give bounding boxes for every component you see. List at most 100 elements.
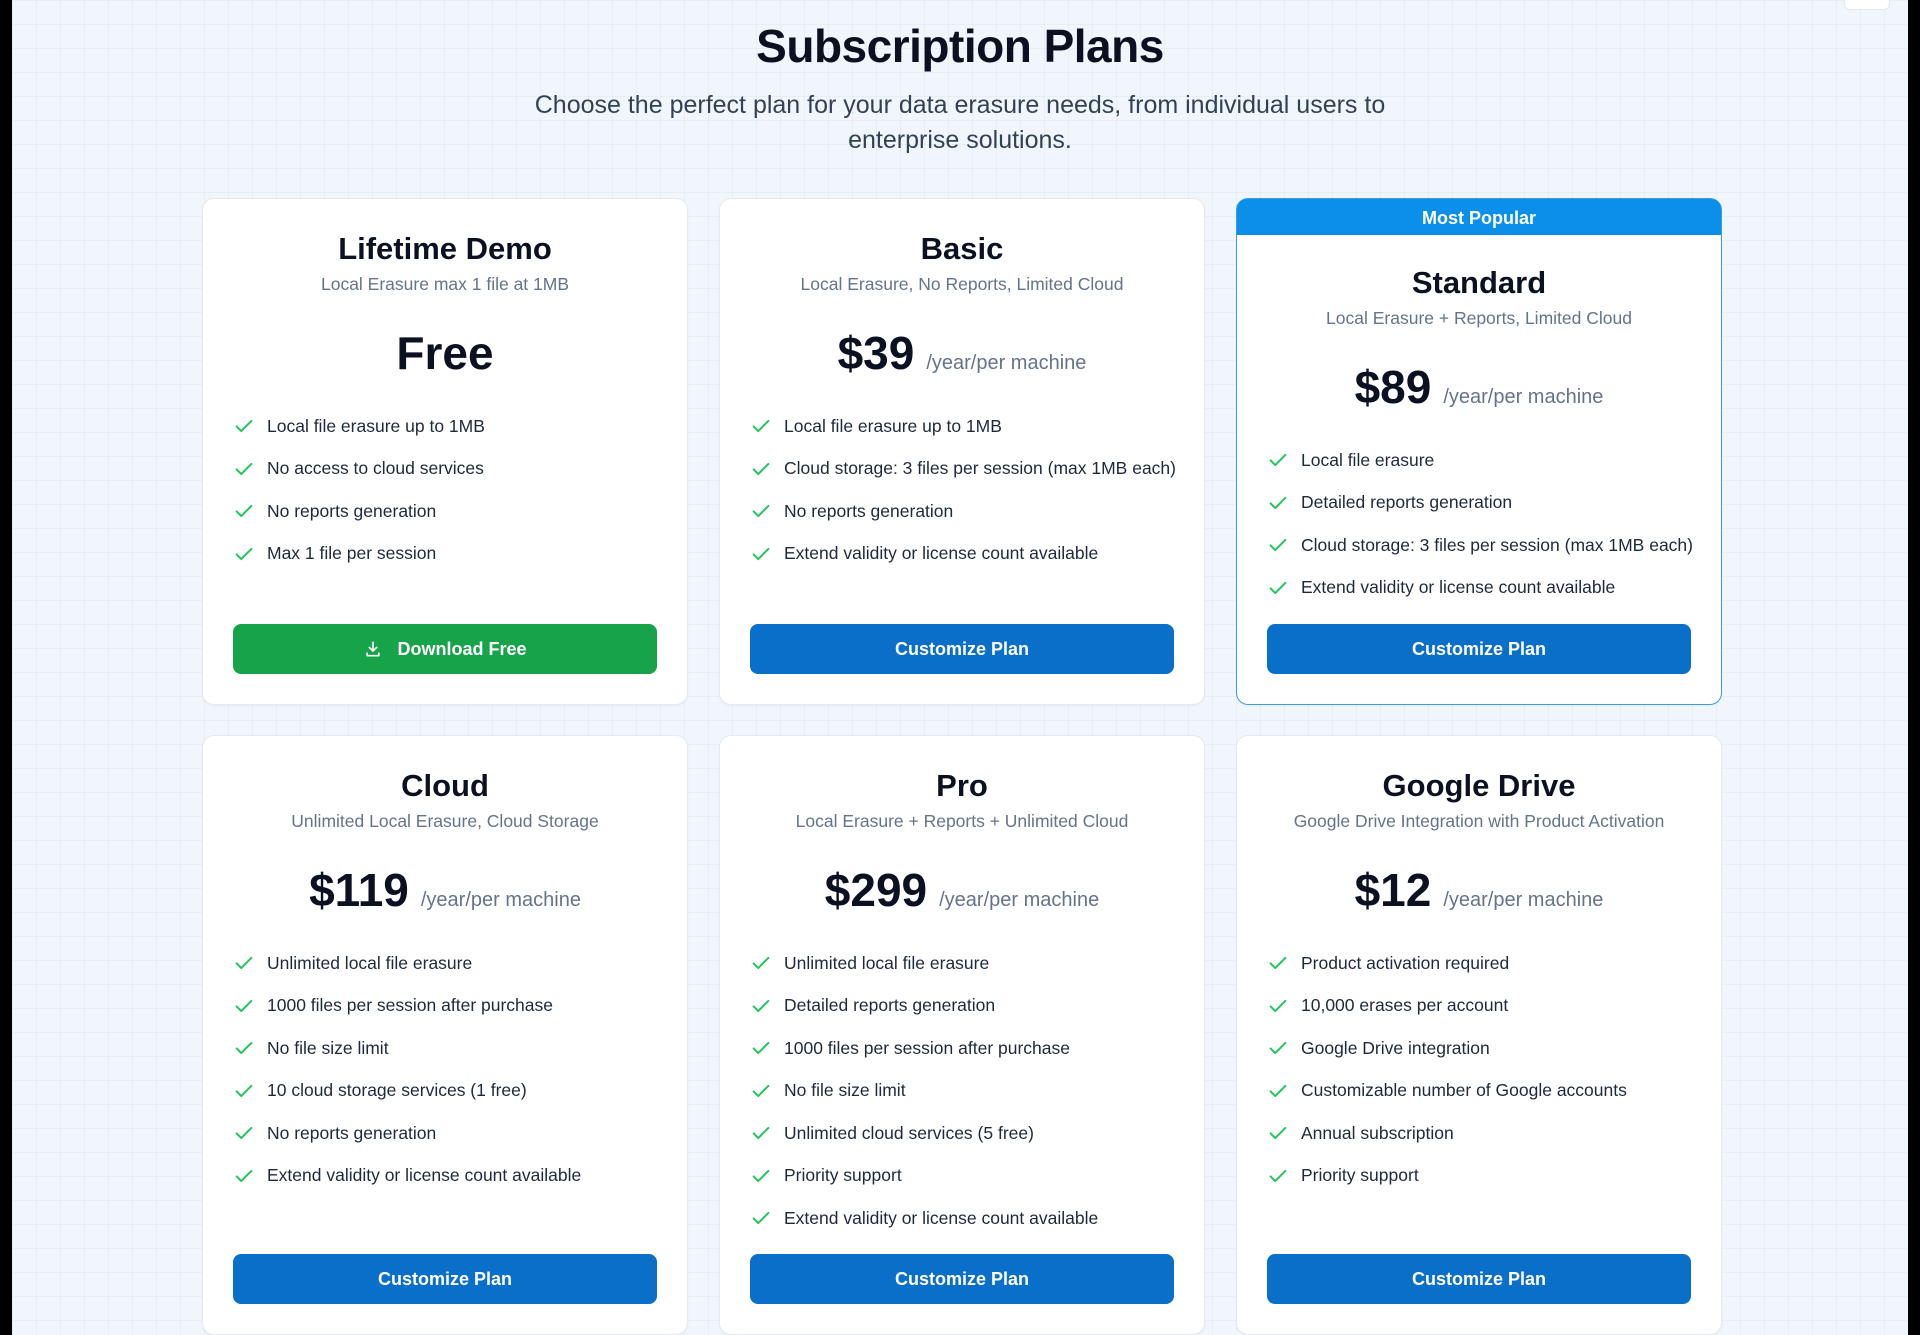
- feature-text: Extend validity or license count availab…: [267, 1165, 582, 1186]
- feature-text: 1000 files per session after purchase: [784, 1037, 1070, 1058]
- customize-plan-button[interactable]: Customize Plan: [233, 1254, 657, 1304]
- check-icon: [235, 1127, 253, 1140]
- check-icon: [235, 1042, 253, 1055]
- check-icon: [1269, 1084, 1287, 1097]
- customize-plan-button[interactable]: Customize Plan: [750, 624, 1174, 674]
- plan-name: Lifetime Demo: [338, 231, 552, 266]
- plan-price: Free: [396, 327, 494, 379]
- check-icon: [1269, 539, 1287, 552]
- feature-item: Extend validity or license count availab…: [1267, 567, 1721, 610]
- plan-card-standard: Most Popular Standard Local Erasure + Re…: [1236, 198, 1722, 705]
- price-row: $89 /year/per machine: [1237, 361, 1721, 413]
- feature-text: Local file erasure up to 1MB: [267, 415, 485, 436]
- plan-card-lifetime-demo: Lifetime Demo Local Erasure max 1 file a…: [202, 198, 688, 705]
- feature-item: Annual subscription: [1267, 1112, 1721, 1155]
- page-header: Subscription Plans Choose the perfect pl…: [12, 0, 1908, 158]
- feature-text: Customizable number of Google accounts: [1301, 1080, 1627, 1101]
- feature-list: Unlimited local file erasure 1000 files …: [203, 942, 687, 1197]
- check-icon: [235, 1084, 253, 1097]
- feature-item: Extend validity or license count availab…: [750, 533, 1204, 576]
- plan-price: $39: [837, 327, 915, 379]
- plan-description: Local Erasure + Reports + Unlimited Clou…: [795, 811, 1129, 831]
- plan-card-pro: Pro Local Erasure + Reports + Unlimited …: [719, 735, 1205, 1335]
- feature-item: No reports generation: [233, 1112, 687, 1155]
- plan-name: Basic: [920, 231, 1004, 266]
- feature-list: Product activation required 10,000 erase…: [1237, 942, 1721, 1197]
- check-icon: [235, 957, 253, 970]
- check-icon: [752, 999, 770, 1012]
- check-icon: [752, 1127, 770, 1140]
- feature-text: No access to cloud services: [267, 458, 484, 479]
- feature-text: Extend validity or license count availab…: [784, 543, 1099, 564]
- plans-grid: Lifetime Demo Local Erasure max 1 file a…: [202, 198, 1722, 1335]
- feature-text: No reports generation: [267, 500, 437, 521]
- check-icon: [752, 1042, 770, 1055]
- button-label: Download Free: [397, 638, 527, 659]
- page-subtitle: Choose the perfect plan for your data er…: [534, 91, 1386, 154]
- feature-item: Max 1 file per session: [233, 533, 687, 576]
- plan-price: $12: [1354, 864, 1432, 916]
- feature-item: Priority support: [750, 1155, 1204, 1198]
- customize-plan-button[interactable]: Customize Plan: [1267, 1254, 1691, 1304]
- feature-text: Google Drive integration: [1301, 1037, 1490, 1058]
- plan-card-basic: Basic Local Erasure, No Reports, Limited…: [719, 198, 1205, 705]
- feature-item: Cloud storage: 3 files per session (max …: [750, 448, 1204, 491]
- feature-text: No reports generation: [784, 500, 954, 521]
- price-row: $119 /year/per machine: [203, 864, 687, 916]
- check-icon: [752, 462, 770, 475]
- feature-item: Extend validity or license count availab…: [233, 1155, 687, 1198]
- check-icon: [1269, 1042, 1287, 1055]
- plan-name: Cloud: [401, 768, 489, 803]
- feature-item: Unlimited cloud services (5 free): [750, 1112, 1204, 1155]
- feature-text: Detailed reports generation: [1301, 492, 1513, 513]
- check-icon: [235, 999, 253, 1012]
- feature-text: Local file erasure: [1301, 449, 1435, 470]
- feature-item: 1000 files per session after purchase: [750, 1027, 1204, 1070]
- feature-text: Cloud storage: 3 files per session (max …: [1301, 534, 1693, 555]
- check-icon: [235, 547, 253, 560]
- check-icon: [752, 1212, 770, 1225]
- feature-item: Local file erasure up to 1MB: [233, 405, 687, 448]
- plan-description: Google Drive Integration with Product Ac…: [1293, 811, 1665, 831]
- download-icon: [366, 641, 381, 657]
- check-icon: [752, 505, 770, 518]
- check-icon: [752, 1084, 770, 1097]
- feature-item: Detailed reports generation: [750, 985, 1204, 1028]
- customize-plan-button[interactable]: Customize Plan: [750, 1254, 1174, 1304]
- customize-plan-button[interactable]: Customize Plan: [1267, 624, 1691, 674]
- check-icon: [1269, 1127, 1287, 1140]
- feature-item: Cloud storage: 3 files per session (max …: [1267, 524, 1721, 567]
- check-icon: [752, 547, 770, 560]
- download-free-button[interactable]: Download Free: [233, 624, 657, 674]
- page-background: Subscription Plans Choose the perfect pl…: [12, 0, 1908, 1335]
- check-icon: [1269, 581, 1287, 594]
- plan-name: Google Drive: [1382, 768, 1576, 803]
- price-row: $12 /year/per machine: [1237, 864, 1721, 916]
- price-period: /year/per machine: [939, 889, 1100, 911]
- feature-text: Local file erasure up to 1MB: [784, 415, 1002, 436]
- feature-list: Local file erasure up to 1MB No access t…: [203, 405, 687, 575]
- feature-text: Unlimited cloud services (5 free): [784, 1122, 1034, 1143]
- feature-list: Local file erasure up to 1MB Cloud stora…: [720, 405, 1204, 575]
- feature-item: Unlimited local file erasure: [233, 942, 687, 985]
- feature-item: No file size limit: [750, 1070, 1204, 1113]
- price-period: /year/per machine: [926, 352, 1087, 374]
- feature-list: Unlimited local file erasure Detailed re…: [720, 942, 1204, 1240]
- feature-item: 1000 files per session after purchase: [233, 985, 687, 1028]
- plan-name: Pro: [936, 768, 988, 803]
- feature-item: No access to cloud services: [233, 448, 687, 491]
- plan-price: $89: [1354, 361, 1432, 413]
- check-icon: [752, 957, 770, 970]
- most-popular-badge: Most Popular: [1237, 199, 1721, 235]
- feature-text: Unlimited local file erasure: [784, 952, 990, 973]
- feature-list: Local file erasure Detailed reports gene…: [1237, 439, 1721, 609]
- feature-item: 10,000 erases per account: [1267, 985, 1721, 1028]
- check-icon: [1269, 1169, 1287, 1182]
- feature-text: 1000 files per session after purchase: [267, 995, 553, 1016]
- feature-text: No file size limit: [267, 1037, 389, 1058]
- check-icon: [1269, 999, 1287, 1012]
- check-icon: [1269, 957, 1287, 970]
- feature-item: Detailed reports generation: [1267, 482, 1721, 525]
- check-icon: [235, 462, 253, 475]
- check-icon: [1269, 454, 1287, 467]
